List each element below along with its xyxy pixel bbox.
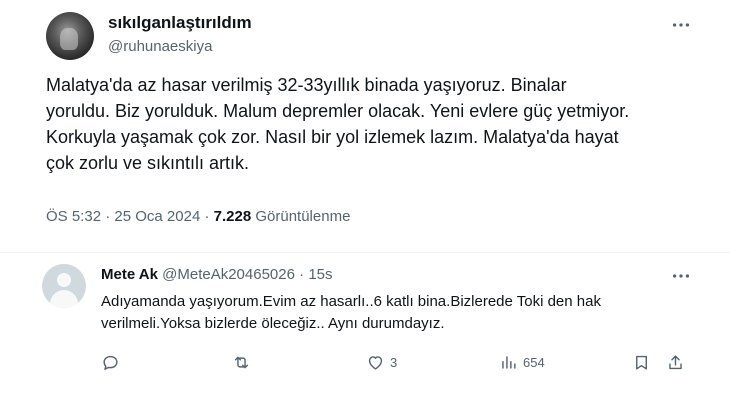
author-handle[interactable]: @ruhunaeskiya bbox=[108, 38, 212, 55]
comment-icon bbox=[103, 355, 118, 370]
views-button[interactable]: 654 bbox=[499, 351, 545, 373]
bookmark-icon bbox=[636, 355, 647, 370]
bookmark-button[interactable] bbox=[632, 351, 651, 373]
heart-icon bbox=[368, 355, 383, 370]
reply-text: Adıyamanda yaşıyorum.Evim az hasarlı..6 … bbox=[101, 293, 601, 332]
post-meta: ÖS 5:32 · 25 Oca 2024 · 7.228 Görüntülen… bbox=[46, 208, 350, 225]
post-views-count: 7.228 bbox=[213, 208, 252, 225]
more-horizontal-icon[interactable] bbox=[670, 265, 692, 287]
share-icon bbox=[669, 354, 682, 369]
reply-header: Mete Ak @MeteAk20465026 · 15s bbox=[101, 266, 333, 283]
reply-post[interactable]: Mete Ak @MeteAk20465026 · 15s Adıyamanda… bbox=[0, 253, 730, 420]
meta-separator: · bbox=[204, 208, 210, 225]
more-horizontal-icon[interactable] bbox=[670, 14, 692, 36]
reply-button[interactable] bbox=[101, 351, 125, 373]
avatar[interactable] bbox=[46, 12, 94, 60]
main-post: sıkılganlaştırıldım @ruhunaeskiya Malaty… bbox=[0, 0, 730, 253]
reply-display-name[interactable]: Mete Ak bbox=[101, 266, 158, 283]
like-count: 3 bbox=[390, 354, 398, 370]
meta-separator: · bbox=[105, 208, 111, 225]
author-display-name[interactable]: sıkılganlaştırıldım bbox=[108, 13, 252, 33]
default-avatar-body bbox=[50, 290, 78, 308]
views-count: 654 bbox=[523, 354, 545, 370]
analytics-icon bbox=[502, 355, 516, 369]
repost-button[interactable] bbox=[232, 351, 256, 373]
default-avatar-head bbox=[57, 273, 71, 287]
reply-separator: · bbox=[299, 266, 305, 283]
avatar[interactable] bbox=[42, 264, 86, 308]
post-date[interactable]: 25 Oca 2024 bbox=[114, 208, 200, 225]
post-views-label: Görüntülenme bbox=[255, 208, 351, 225]
share-button[interactable] bbox=[666, 351, 685, 373]
reply-time[interactable]: 15s bbox=[308, 266, 332, 283]
reply-handle[interactable]: @MeteAk20465026 bbox=[162, 266, 295, 283]
repost-icon bbox=[234, 356, 249, 368]
post-time[interactable]: ÖS 5:32 bbox=[46, 208, 101, 225]
like-button[interactable]: 3 bbox=[366, 351, 397, 373]
post-text: Malatya'da az hasar verilmiş 32-33yıllık… bbox=[46, 75, 630, 173]
reply-actions: 3 654 bbox=[101, 351, 701, 375]
